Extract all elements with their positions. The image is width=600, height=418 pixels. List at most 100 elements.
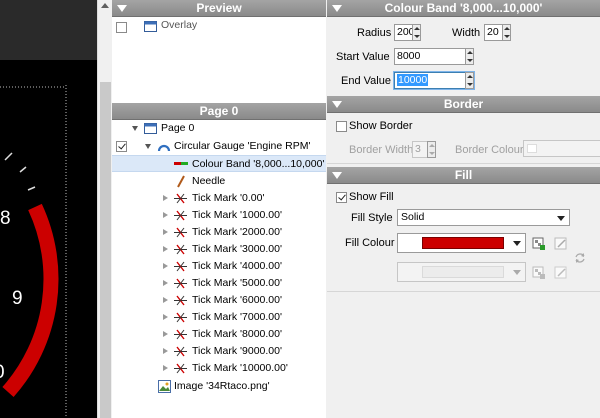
scroll-up-arrow-icon[interactable]: [101, 3, 109, 8]
show-fill-checkbox[interactable]: [336, 192, 347, 203]
expand-arrow-icon[interactable]: [163, 331, 168, 337]
expand-arrow-icon[interactable]: [163, 314, 168, 320]
expand-arrow-icon[interactable]: [163, 229, 168, 235]
tree-item-label: Circular Gauge 'Engine RPM': [174, 140, 311, 152]
add-colour-icon[interactable]: [532, 266, 546, 280]
border-colour-picker[interactable]: [523, 140, 600, 157]
properties-panel: Colour Band '8,000...10,000' Radius 200 …: [327, 0, 600, 418]
tree-item-tick-mark[interactable]: Tick Mark '2000.00': [112, 224, 326, 241]
gauge-canvas[interactable]: 8 9 0: [0, 0, 97, 418]
border-width-label: Border Width: [349, 144, 414, 156]
edit-colour-icon[interactable]: [554, 237, 568, 251]
width-spin-buttons[interactable]: [502, 24, 511, 41]
scrollbar-thumb[interactable]: [100, 82, 111, 418]
end-value-field[interactable]: 10000: [394, 72, 474, 89]
tree-item-label: Page 0: [161, 122, 195, 134]
chevron-down-icon[interactable]: [557, 216, 565, 221]
expand-arrow-icon[interactable]: [163, 195, 168, 201]
page-icon: [144, 21, 157, 32]
edit-colour-icon[interactable]: [554, 266, 568, 280]
show-border-label[interactable]: Show Border: [349, 120, 413, 132]
tree-item-tick-mark[interactable]: Tick Mark '6000.00': [112, 292, 326, 309]
fill-section-header[interactable]: Fill: [327, 167, 600, 184]
tick-mark-icon: [174, 261, 187, 272]
tree-item-label: Tick Mark '10000.00': [192, 362, 288, 374]
start-value-field[interactable]: 8000: [394, 48, 474, 65]
expand-arrow-icon[interactable]: [163, 348, 168, 354]
start-value-spin-buttons[interactable]: [465, 48, 474, 65]
chevron-down-icon[interactable]: [513, 270, 521, 275]
fill-colour-swatch: [422, 237, 504, 249]
add-colour-icon[interactable]: [532, 237, 546, 251]
tree-item-tick-mark[interactable]: Tick Mark '5000.00': [112, 275, 326, 292]
tree-item-tick-mark[interactable]: Tick Mark '8000.00': [112, 326, 326, 343]
show-border-checkbox[interactable]: [336, 121, 347, 132]
tick-mark-icon: [174, 193, 187, 204]
border-width-spinner[interactable]: 3: [412, 141, 436, 158]
fill-style-select[interactable]: Solid: [397, 209, 570, 226]
gauge-visible-checkbox[interactable]: [116, 141, 127, 152]
collapse-triangle-icon[interactable]: [332, 5, 342, 12]
expand-arrow-icon[interactable]: [163, 212, 168, 218]
radius-spin-buttons[interactable]: [412, 24, 421, 41]
tick-mark-icon: [174, 329, 187, 340]
tree-item-label: Tick Mark '0.00': [192, 192, 265, 204]
preview-title: Preview: [196, 1, 242, 15]
overlay-checkbox[interactable]: [116, 22, 127, 33]
end-value-spin-buttons[interactable]: [465, 72, 474, 89]
expand-arrow-icon[interactable]: [163, 297, 168, 303]
radius-spinner[interactable]: 200: [394, 24, 421, 41]
collapse-triangle-icon[interactable]: [332, 172, 342, 179]
expand-arrow-icon[interactable]: [163, 365, 168, 371]
width-label: Width: [452, 27, 481, 39]
page-panel-title: Page 0: [199, 104, 239, 118]
tree-item-tick-mark[interactable]: Tick Mark '1000.00': [112, 207, 326, 224]
tree-item-tick-mark[interactable]: Tick Mark '7000.00': [112, 309, 326, 326]
secondary-colour-picker[interactable]: [397, 262, 526, 282]
chevron-down-icon[interactable]: [513, 241, 521, 246]
border-width-spin-buttons[interactable]: [427, 141, 436, 158]
expand-arrow-icon[interactable]: [145, 144, 151, 149]
tree-item-needle[interactable]: Needle: [112, 173, 326, 190]
tree-item-tick-mark[interactable]: Tick Mark '3000.00': [112, 241, 326, 258]
tree-item-image[interactable]: Image '34Rtaco.png': [112, 378, 326, 395]
radius-label: Radius: [357, 27, 392, 39]
expand-arrow-icon[interactable]: [163, 246, 168, 252]
show-fill-label[interactable]: Show Fill: [349, 191, 394, 203]
tree-item-circular-gauge[interactable]: Circular Gauge 'Engine RPM': [112, 138, 326, 155]
end-value[interactable]: 10000: [397, 74, 429, 86]
end-value-label: End Value: [341, 75, 391, 87]
tree-item-colour-band[interactable]: Colour Band '8,000...10,000': [112, 155, 326, 172]
expand-arrow-icon[interactable]: [163, 263, 168, 269]
fill-colour-label: Fill Colour: [345, 237, 395, 249]
tree-item-label: Image '34Rtaco.png': [174, 380, 270, 392]
page-panel-header[interactable]: Page 0: [112, 103, 326, 120]
tree-item-tick-mark[interactable]: Tick Mark '9000.00': [112, 343, 326, 360]
collapse-triangle-icon[interactable]: [117, 5, 127, 12]
tree-item-tick-mark[interactable]: Tick Mark '4000.00': [112, 258, 326, 275]
tree-item-label: Colour Band '8,000...10,000': [192, 158, 325, 170]
preview-panel-header[interactable]: Preview: [112, 0, 326, 17]
page-icon: [144, 123, 157, 134]
collapse-triangle-icon[interactable]: [332, 101, 342, 108]
expand-arrow-icon[interactable]: [132, 126, 138, 131]
colour-band-section-header[interactable]: Colour Band '8,000...10,000': [327, 0, 600, 17]
border-section-header[interactable]: Border: [327, 96, 600, 113]
tick-mark-icon: [174, 227, 187, 238]
fill-colour-picker[interactable]: [397, 233, 526, 253]
tree-item-page[interactable]: Page 0: [112, 120, 326, 137]
width-spinner[interactable]: 20: [484, 24, 511, 41]
preview-panel: Overlay: [112, 17, 326, 103]
gauge-drawing: [0, 60, 97, 418]
tree-item-label: Tick Mark '2000.00': [192, 226, 282, 238]
expand-arrow-icon[interactable]: [163, 280, 168, 286]
tree-item-tick-mark[interactable]: Tick Mark '0.00': [112, 190, 326, 207]
tree-item-label: Tick Mark '1000.00': [192, 209, 282, 221]
overlay-label[interactable]: Overlay: [161, 19, 197, 31]
dial-number-0: 0: [0, 362, 5, 384]
swap-colours-icon[interactable]: [573, 251, 587, 265]
colour-band-icon: [174, 162, 188, 165]
canvas-vertical-scrollbar[interactable]: [97, 0, 112, 418]
tree-item-tick-mark[interactable]: Tick Mark '10000.00': [112, 360, 326, 377]
tree-item-label: Tick Mark '3000.00': [192, 243, 282, 255]
